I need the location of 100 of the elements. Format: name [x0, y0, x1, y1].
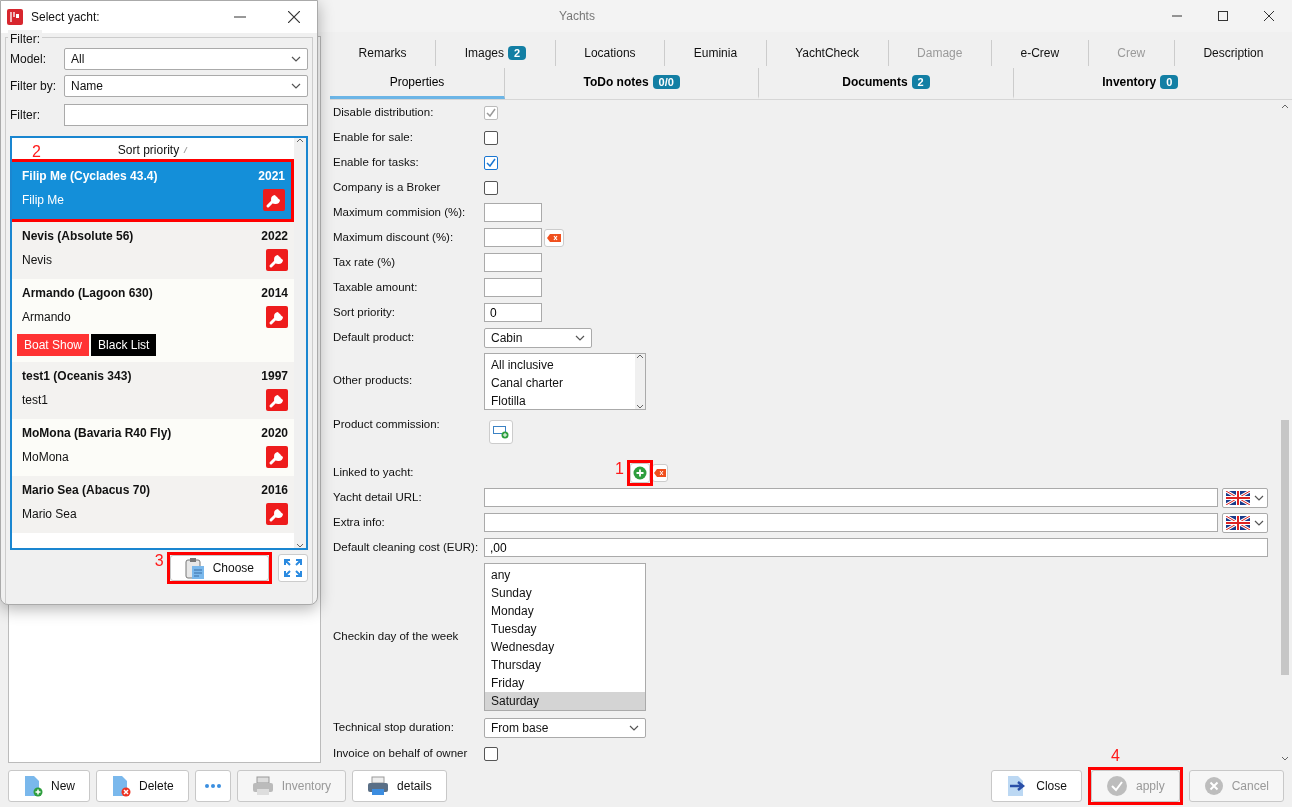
checkbox[interactable]	[484, 155, 498, 170]
listbox[interactable]: All inclusive Canal charter Flotilla	[484, 352, 646, 410]
field-label: Company is a Broker	[333, 179, 442, 195]
tab[interactable]: Locations	[555, 40, 666, 66]
tab[interactable]: Inventory 0	[1013, 68, 1267, 99]
field-label: Default cleaning cost (EUR):	[333, 539, 480, 555]
tab[interactable]: Documents 2	[759, 68, 1014, 99]
yacht-list-item[interactable]: Nevis (Absolute 56) 2022 Nevis	[12, 222, 294, 279]
text-field[interactable]	[484, 488, 1218, 507]
scrollbar[interactable]	[294, 138, 306, 548]
field-label: Linked to yacht:	[333, 464, 415, 480]
list-option[interactable]: Wednesday	[485, 638, 645, 656]
language-dropdown[interactable]	[1222, 487, 1268, 508]
list-option[interactable]: Monday	[485, 602, 645, 620]
scroll-up-icon	[296, 138, 304, 143]
list-option[interactable]: Friday	[485, 674, 645, 692]
chevron-down-icon	[575, 334, 585, 341]
wrench-icon[interactable]	[263, 189, 285, 211]
window-title: Yachts	[559, 9, 595, 23]
chevron-down-icon	[1254, 519, 1264, 526]
checkbox[interactable]	[484, 180, 498, 195]
tab[interactable]: Description	[1174, 40, 1292, 66]
dropdown[interactable]: Name	[64, 75, 308, 97]
new-button[interactable]: New	[8, 770, 90, 802]
choose-button[interactable]: Choose	[169, 555, 269, 581]
yacht-title: Armando (Lagoon 630)	[22, 285, 153, 302]
listbox[interactable]: any Sunday Monday Tuesday Wednesday Thursday Friday Saturday	[484, 563, 646, 711]
yacht-year: 2016	[261, 482, 288, 499]
yacht-list-item[interactable]: Mario Sea (Abacus 70) 2016 Mario Sea	[12, 476, 294, 533]
expand-button[interactable]	[278, 554, 308, 582]
close-button[interactable]: Close	[991, 770, 1082, 802]
tab[interactable]: Images 2	[436, 40, 556, 66]
tab[interactable]: Remarks	[330, 40, 437, 66]
count-badge: 0/0	[652, 75, 680, 89]
yacht-list-item[interactable]: MoMona (Bavaria R40 Fly) 2020 MoMona	[12, 419, 294, 476]
list-option[interactable]: All inclusive	[485, 355, 635, 374]
checkbox[interactable]	[484, 130, 498, 145]
yacht-title: test1 (Oceanis 343)	[22, 368, 132, 385]
maximize-icon	[1218, 11, 1228, 21]
list-option[interactable]: Sunday	[485, 584, 645, 602]
list-option[interactable]: Canal charter	[485, 373, 635, 392]
filter-field[interactable]	[64, 104, 308, 126]
language-dropdown[interactable]	[1222, 512, 1268, 533]
dropdown[interactable]: From base	[484, 717, 646, 738]
scrollbar-thumb[interactable]	[1281, 420, 1289, 675]
number-field[interactable]	[484, 253, 542, 272]
column-header[interactable]: Sort priority	[117, 141, 180, 159]
print-button[interactable]: details	[352, 770, 447, 802]
more-button[interactable]	[194, 770, 231, 802]
list-option[interactable]: any	[485, 566, 645, 584]
text-field[interactable]	[484, 513, 1218, 532]
tab[interactable]: Euminia	[665, 40, 767, 66]
tab[interactable]: e-Crew	[991, 40, 1089, 66]
chevron-down-icon	[1254, 494, 1264, 501]
add-icon	[493, 425, 509, 439]
tab[interactable]: ToDo notes 0/0	[505, 68, 760, 99]
add-button[interactable]	[489, 420, 513, 444]
scroll-up-icon	[1281, 104, 1289, 109]
yacht-list-item[interactable]: test1 (Oceanis 343) 1997 test1	[12, 362, 294, 419]
tab[interactable]: Properties	[330, 68, 505, 99]
scroll-down-icon	[636, 403, 644, 409]
dropdown[interactable]: Cabin	[484, 327, 592, 348]
chevron-down-icon	[291, 83, 301, 89]
expand-icon	[284, 559, 302, 577]
wrench-icon[interactable]	[266, 249, 288, 271]
number-field[interactable]: 0	[484, 303, 542, 322]
dropdown[interactable]: All	[64, 48, 308, 70]
list-option[interactable]: Tuesday	[485, 620, 645, 638]
list-option[interactable]: Flotilla	[485, 391, 635, 410]
yacht-title: Filip Me (Cyclades 43.4)	[22, 168, 158, 185]
yacht-year: 2014	[261, 285, 288, 302]
yacht-title: Nevis (Absolute 56)	[22, 228, 134, 245]
list-option[interactable]: Thursday	[485, 656, 645, 674]
wrench-icon[interactable]	[266, 389, 288, 411]
wrench-icon[interactable]	[266, 446, 288, 468]
wrench-icon[interactable]	[266, 503, 288, 525]
number-field[interactable]	[484, 278, 542, 297]
delete-button[interactable]: Delete	[96, 770, 189, 802]
yacht-title: MoMona (Bavaria R40 Fly)	[22, 425, 172, 442]
annotation-number: 4	[1110, 748, 1120, 764]
yacht-list[interactable]	[10, 136, 308, 550]
field-label: Sort priority:	[333, 304, 396, 320]
field-label: Filter by:	[10, 78, 57, 95]
count-badge: 0	[1160, 75, 1179, 89]
yacht-list-item[interactable]: Filip Me (Cyclades 43.4) 2021 Filip Me	[12, 162, 291, 219]
wrench-icon[interactable]	[266, 306, 288, 328]
tab[interactable]: YachtCheck	[766, 40, 889, 66]
clear-button[interactable]	[544, 228, 564, 247]
list-option[interactable]: Saturday	[485, 692, 645, 710]
checkbox[interactable]	[484, 746, 498, 761]
scroll-down-icon	[296, 543, 304, 548]
field-label: Filter:	[10, 107, 41, 124]
field-label: Product commission:	[333, 417, 441, 432]
number-field[interactable]	[484, 203, 542, 222]
field-label: Disable distribution:	[333, 104, 435, 120]
number-field[interactable]	[484, 228, 542, 247]
yacht-list-item[interactable]: Armando (Lagoon 630) 2014 Armando Boat Show Black List	[12, 279, 294, 362]
yacht-name: Mario Sea	[22, 506, 77, 523]
text-field[interactable]: ,00	[484, 538, 1268, 557]
count-badge: 2	[508, 46, 527, 60]
